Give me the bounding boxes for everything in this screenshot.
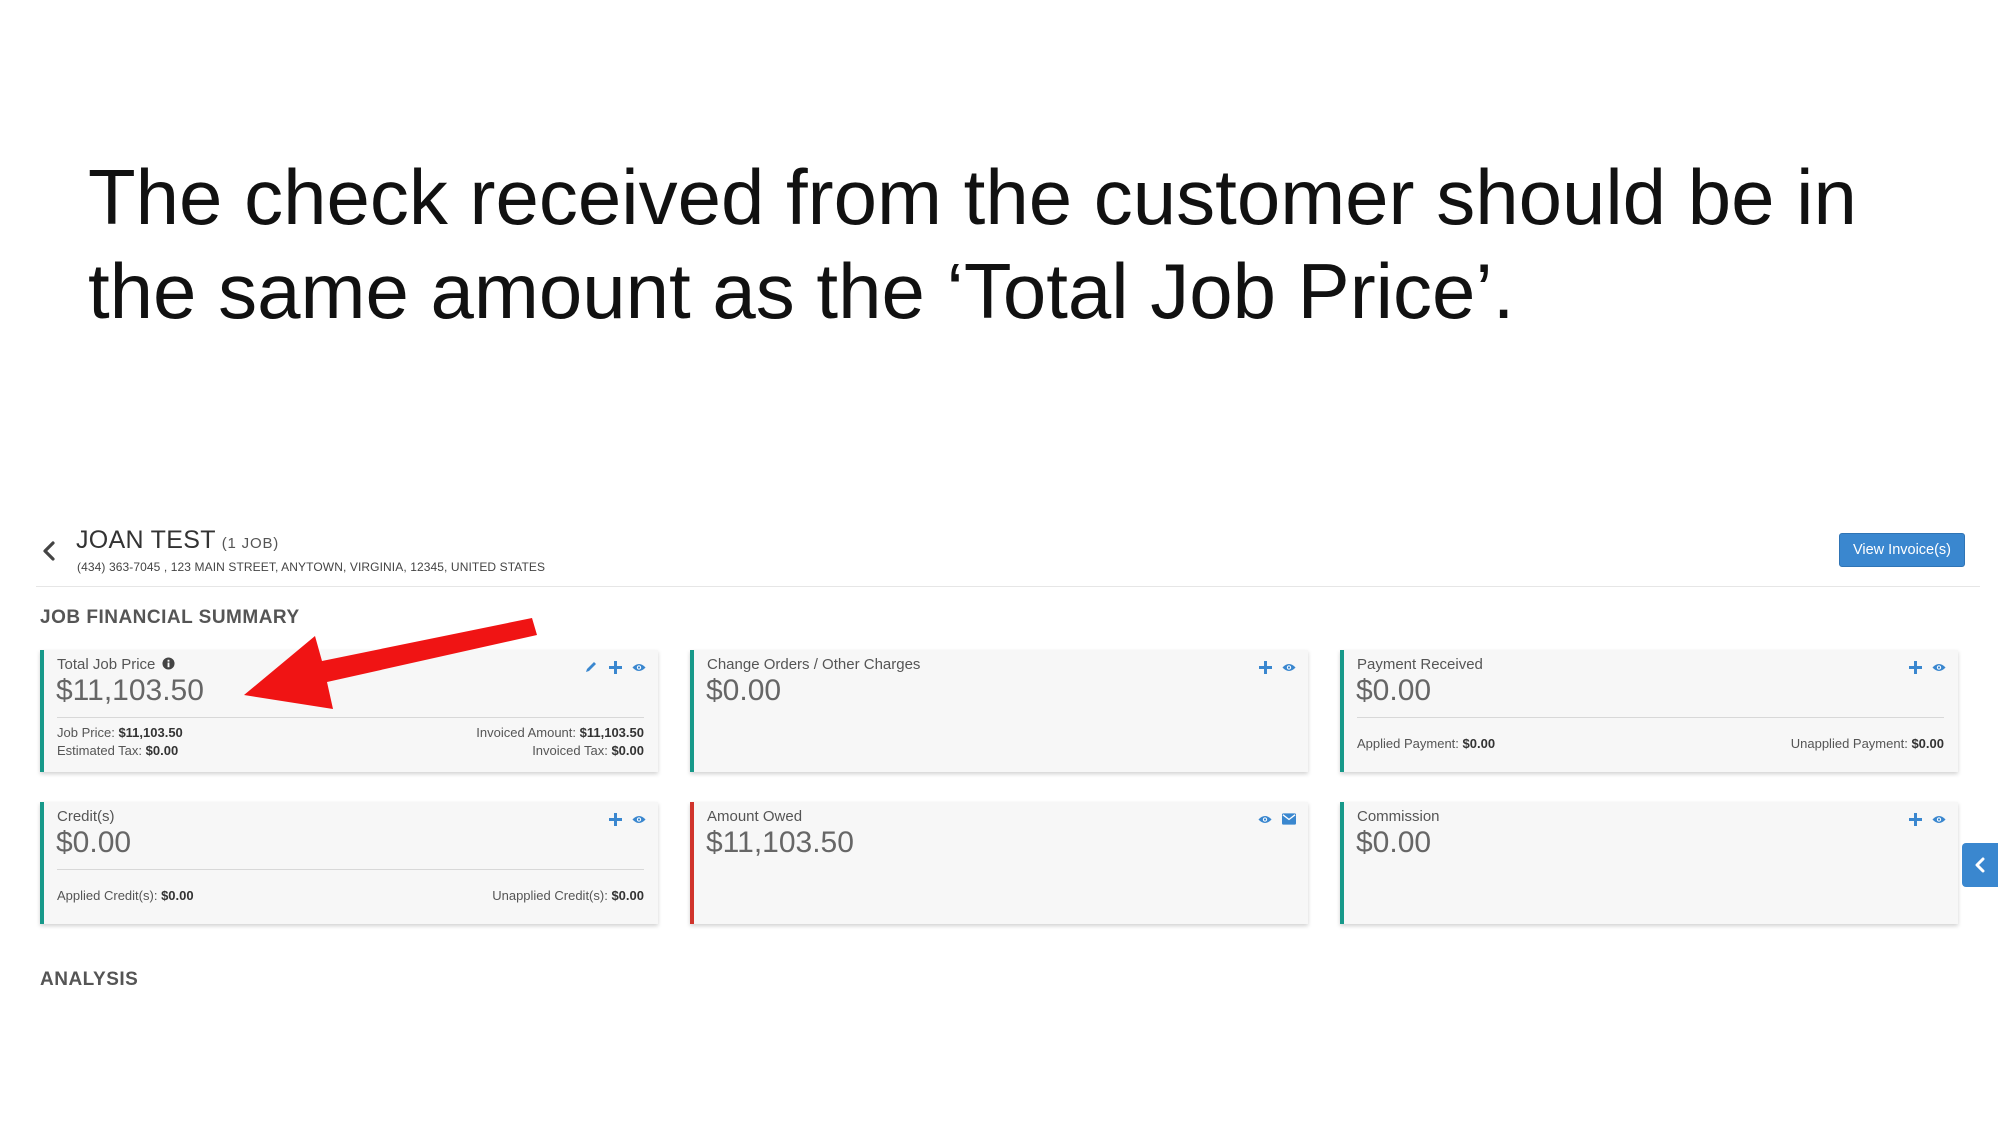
info-icon[interactable] [162,657,175,670]
view-invoices-button[interactable]: View Invoice(s) [1839,533,1965,567]
customer-address: (434) 363-7045 , 123 MAIN STREET, ANYTOW… [77,560,546,574]
job-price-value: $11,103.50 [118,725,183,740]
unapplied-payment-label: Unapplied Payment: [1790,736,1908,751]
card-label: Credit(s) [57,808,115,825]
pencil-icon [586,662,596,672]
card-actions [1908,812,1946,826]
job-count: (1 JOB) [221,535,280,552]
unapplied-payment-value: $0.00 [1911,736,1944,751]
section-title-analysis: ANALYSIS [40,969,139,990]
plus-icon [1258,660,1272,674]
unapplied-credits-label: Unapplied Credit(s): [492,888,608,903]
view-button[interactable] [1932,660,1946,674]
customer-header: JOAN TEST (1 JOB) (434) 363-7045 , 123 MA… [36,522,1980,587]
card-label: Amount Owed [707,808,803,825]
applied-payment-label: Applied Payment: [1357,736,1459,751]
eye-icon [1932,815,1946,823]
card-amount-owed: Amount Owed $11,103.50 [690,802,1308,924]
invoiced-amount-value: $11,103.50 [579,725,644,740]
card-divider [1357,717,1944,718]
card-label: Change Orders / Other Charges [707,656,921,673]
card-payment-received: Payment Received $0.00 Applied Payment: … [1340,650,1958,772]
invoiced-amount-label: Invoiced Amount: [476,725,577,740]
slide-title-line-2: the same amount as the ‘Total Job Price’… [88,247,1515,335]
applied-payment-row: Applied Payment: $0.00 [1357,735,1495,753]
chevron-left-icon [43,541,55,561]
credits-value: $0.00 [56,826,132,859]
chevron-left-icon [1975,857,1985,873]
applied-credits-row: Applied Credit(s): $0.00 [57,887,194,905]
add-button[interactable] [1908,660,1922,674]
unapplied-payment-row: Unapplied Payment: $0.00 [1791,735,1944,753]
card-total-job-price: Total Job Price $11,103.50 Job Price: $1… [40,650,658,772]
card-commission: Commission $0.00 [1340,802,1958,924]
card-actions [584,660,646,674]
estimated-tax-value: $0.00 [145,743,179,758]
view-button[interactable] [632,812,646,826]
job-price-label: Job Price: [57,725,115,740]
applied-credits-value: $0.00 [161,888,194,903]
card-actions [1258,812,1296,826]
card-label: Commission [1357,808,1440,825]
card-label: Payment Received [1357,656,1483,673]
view-button[interactable] [1282,660,1296,674]
change-orders-value: $0.00 [706,674,782,707]
card-actions [1908,660,1946,674]
invoiced-tax-value: $0.00 [611,743,644,758]
card-label: Total Job Price [57,656,175,673]
section-title-financial-summary: JOB FINANCIAL SUMMARY [40,607,300,628]
card-label-text: Total Job Price [57,656,156,673]
plus-icon [1908,660,1922,674]
unapplied-credits-value: $0.00 [611,888,644,903]
back-button[interactable] [36,536,62,566]
envelope-icon [1282,813,1296,825]
card-credits: Credit(s) $0.00 Applied Credit(s): $0.00… [40,802,658,924]
card-divider [57,869,644,870]
add-button[interactable] [608,812,622,826]
add-button[interactable] [1258,660,1272,674]
applied-credits-label: Applied Credit(s): [57,888,158,903]
card-actions [1258,660,1296,674]
estimated-tax-label: Estimated Tax: [57,743,143,758]
plus-icon [608,660,622,674]
payment-received-value: $0.00 [1356,674,1432,707]
add-button[interactable] [1908,812,1922,826]
eye-icon [1932,663,1946,671]
invoiced-tax-label: Invoiced Tax: [532,743,608,758]
invoiced-amount-row: Invoiced Amount: $11,103.50 [476,724,644,742]
slide-title: The check received from the customer sho… [88,150,1948,338]
card-change-orders: Change Orders / Other Charges $0.00 [690,650,1308,772]
plus-icon [608,812,622,826]
commission-value: $0.00 [1356,826,1432,859]
eye-icon [632,815,646,823]
job-financial-screen: JOAN TEST (1 JOB) (434) 363-7045 , 123 MA… [36,522,1998,992]
invoiced-tax-row: Invoiced Tax: $0.00 [532,742,644,760]
unapplied-credits-row: Unapplied Credit(s): $0.00 [492,887,644,905]
view-button[interactable] [632,660,646,674]
customer-name-line: JOAN TEST (1 JOB) [76,526,279,555]
eye-icon [632,663,646,671]
side-panel-toggle[interactable] [1962,843,1998,887]
eye-icon [1282,663,1296,671]
estimated-tax-row: Estimated Tax: $0.00 [57,742,178,760]
add-button[interactable] [608,660,622,674]
view-button[interactable] [1932,812,1946,826]
amount-owed-value: $11,103.50 [706,826,854,859]
eye-icon [1258,815,1272,823]
slide-title-line-1: The check received from the customer sho… [88,153,1857,241]
plus-icon [1908,812,1922,826]
card-divider [57,717,644,718]
job-price-row: Job Price: $11,103.50 [57,724,183,742]
edit-button[interactable] [584,660,598,674]
card-actions [608,812,646,826]
applied-payment-value: $0.00 [1462,736,1496,751]
customer-name: JOAN TEST [76,526,216,554]
total-job-price-value: $11,103.50 [56,674,204,707]
email-button[interactable] [1282,812,1296,826]
view-button[interactable] [1258,812,1272,826]
